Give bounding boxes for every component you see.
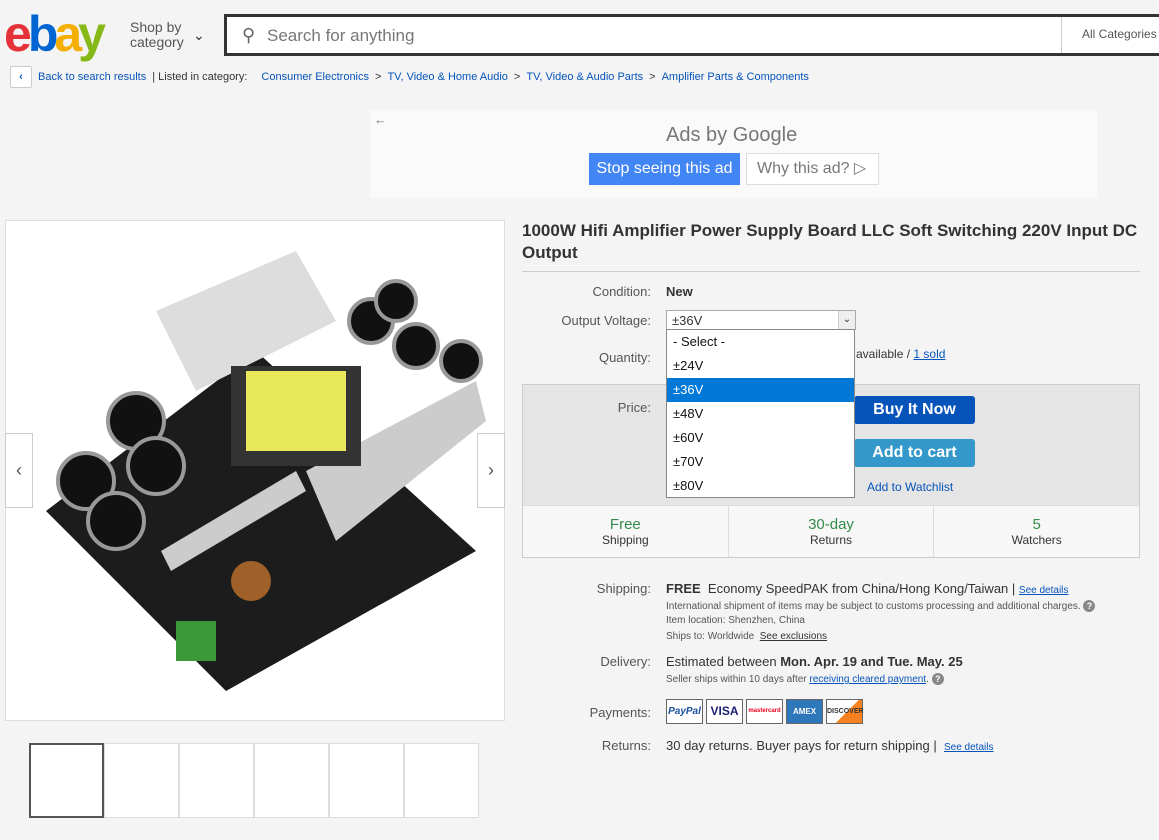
power-supply-board-image bbox=[46, 251, 486, 691]
breadcrumb-item[interactable]: Amplifier Parts & Components bbox=[662, 71, 809, 83]
option[interactable]: ±80V bbox=[667, 474, 854, 498]
condition-value: New bbox=[666, 284, 693, 299]
thumbnail[interactable] bbox=[254, 743, 329, 818]
breadcrumb-item[interactable]: TV, Video & Audio Parts bbox=[526, 71, 643, 83]
back-arrow-icon[interactable]: ← bbox=[374, 112, 387, 127]
back-to-search-link[interactable]: Back to search results bbox=[38, 71, 146, 83]
help-icon[interactable]: ? bbox=[1083, 600, 1096, 612]
chevron-down-icon: ⌄ bbox=[838, 311, 855, 329]
sold-link[interactable]: 1 sold bbox=[913, 347, 945, 361]
prev-image-button[interactable]: ‹ bbox=[5, 433, 33, 508]
add-to-cart-button[interactable]: Add to cart bbox=[854, 439, 975, 467]
returns-cell: 30-day Returns bbox=[729, 506, 935, 557]
thumbnail[interactable] bbox=[29, 743, 104, 818]
voltage-dropdown-list: - Select - ±24V ±36V ±48V ±60V ±70V ±80V bbox=[666, 329, 855, 498]
discover-logo: DISCOVER bbox=[826, 699, 864, 724]
thumbnail[interactable] bbox=[404, 743, 479, 818]
option[interactable]: ±24V bbox=[667, 354, 854, 378]
option[interactable]: ±70V bbox=[667, 450, 854, 474]
next-image-button[interactable]: › bbox=[477, 433, 505, 508]
free-shipping-cell: Free Shipping bbox=[523, 506, 729, 557]
stop-seeing-ad-button[interactable]: Stop seeing this ad bbox=[589, 153, 740, 185]
breadcrumb-item[interactable]: TV, Video & Home Audio bbox=[387, 71, 507, 83]
cleared-payment-link[interactable]: receiving cleared payment bbox=[809, 674, 926, 685]
breadcrumb: ‹ Back to search results | Listed in cat… bbox=[10, 66, 809, 88]
breadcrumb-item[interactable]: Consumer Electronics bbox=[261, 71, 369, 83]
search-input[interactable]: ⚲ Search for anything All Categories bbox=[224, 14, 1159, 56]
shop-by-category[interactable]: Shop by category bbox=[130, 20, 184, 50]
option[interactable]: ±60V bbox=[667, 426, 854, 450]
search-icon: ⚲ bbox=[242, 25, 256, 45]
thumbnail[interactable] bbox=[179, 743, 254, 818]
buy-it-now-button[interactable]: Buy It Now bbox=[854, 396, 975, 424]
option[interactable]: - Select - bbox=[667, 330, 854, 354]
item-title: 1000W Hifi Amplifier Power Supply Board … bbox=[522, 221, 1138, 262]
payment-methods: PayPal VISA mastercard AMEX DISCOVER bbox=[666, 699, 866, 724]
product-image[interactable] bbox=[5, 220, 505, 721]
option[interactable]: ±48V bbox=[667, 402, 854, 426]
returns-see-details-link[interactable]: See details bbox=[944, 742, 993, 753]
see-exclusions-link[interactable]: See exclusions bbox=[760, 631, 827, 642]
amex-logo: AMEX bbox=[786, 699, 823, 724]
why-this-ad-button[interactable]: Why this ad? ▷ bbox=[746, 153, 879, 185]
ebay-logo[interactable]: ebay bbox=[4, 8, 106, 60]
option-selected[interactable]: ±36V bbox=[667, 378, 854, 402]
category-select[interactable]: All Categories bbox=[1061, 17, 1159, 53]
help-icon[interactable]: ? bbox=[931, 673, 944, 685]
watchers-cell: 5 Watchers bbox=[1011, 516, 1062, 547]
thumbnail[interactable] bbox=[104, 743, 179, 818]
visa-logo: VISA bbox=[706, 699, 743, 724]
ad-panel: ← Ads by Google Stop seeing this ad Why … bbox=[370, 110, 1097, 198]
add-to-watchlist-link[interactable]: Add to Watchlist bbox=[867, 480, 953, 494]
paypal-logo: PayPal bbox=[666, 699, 703, 724]
mastercard-logo: mastercard bbox=[746, 699, 783, 724]
chevron-down-icon[interactable]: ⌄ bbox=[193, 27, 205, 44]
see-details-link[interactable]: See details bbox=[1019, 585, 1068, 596]
back-arrow-icon[interactable]: ‹ bbox=[10, 66, 32, 88]
divider bbox=[522, 271, 1140, 272]
output-voltage-select[interactable]: ±36V ⌄ bbox=[666, 310, 856, 330]
thumbnail[interactable] bbox=[329, 743, 404, 818]
